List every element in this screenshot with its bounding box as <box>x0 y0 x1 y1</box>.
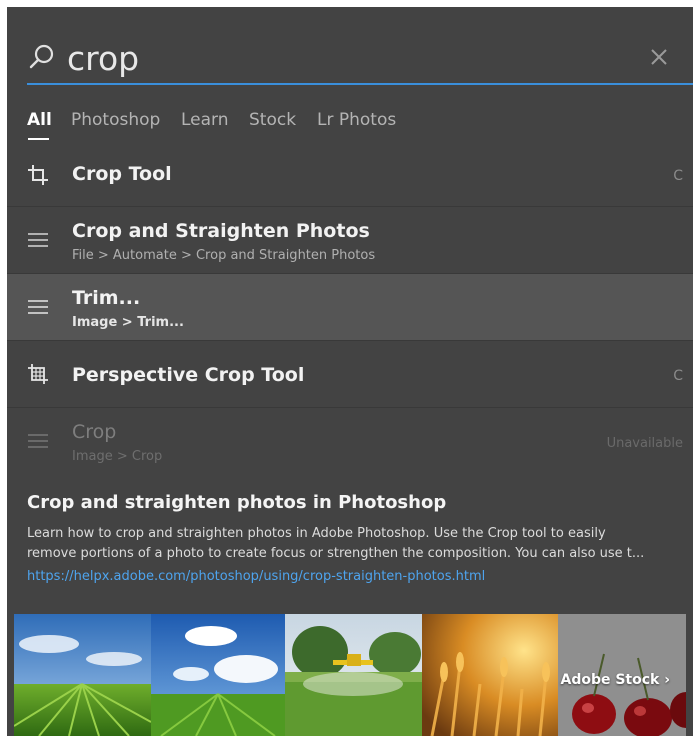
stock-thumbnail-wheat-sunset[interactable] <box>422 614 558 736</box>
result-crop-and-straighten[interactable]: Crop and Straighten Photos File > Automa… <box>7 207 693 274</box>
result-crop: Crop Image > Crop Unavailable <box>7 408 693 474</box>
crop-tool-icon <box>27 164 49 186</box>
result-path: Image > Trim... <box>72 315 184 330</box>
tab-photoshop[interactable]: Photoshop <box>71 110 160 130</box>
stock-thumbnail-crop-field[interactable] <box>14 614 151 736</box>
adobe-stock-link[interactable]: Adobe Stock › <box>560 672 670 688</box>
result-title: Trim... <box>72 287 141 309</box>
article-title[interactable]: Crop and straighten photos in Photoshop <box>27 492 446 513</box>
result-crop-tool[interactable]: Crop Tool C <box>7 150 693 207</box>
article-description-line: remove portions of a photo to create foc… <box>27 546 645 561</box>
search-underline <box>27 83 693 85</box>
stock-thumbnails: Adobe Stock › <box>14 614 686 736</box>
search-input[interactable] <box>67 35 607 81</box>
tab-all[interactable]: All <box>27 110 52 130</box>
search-icon <box>26 42 58 74</box>
article-description-line: Learn how to crop and straighten photos … <box>27 526 606 541</box>
menu-icon <box>27 430 49 452</box>
result-title: Crop <box>72 421 117 443</box>
result-unavailable-label: Unavailable <box>606 436 683 451</box>
tab-learn[interactable]: Learn <box>181 110 229 130</box>
perspective-crop-icon <box>27 363 49 385</box>
search-bar <box>7 7 693 85</box>
tab-lr-photos[interactable]: Lr Photos <box>317 110 396 130</box>
menu-icon <box>27 296 49 318</box>
result-perspective-crop-tool[interactable]: Perspective Crop Tool C <box>7 341 693 408</box>
result-path: File > Automate > Crop and Straighten Ph… <box>72 248 376 263</box>
result-path: Image > Crop <box>72 449 163 464</box>
result-shortcut: C <box>673 168 683 184</box>
stock-thumbnail-cherries[interactable]: Adobe Stock › <box>558 614 686 736</box>
result-title: Crop and Straighten Photos <box>72 220 370 242</box>
menu-icon <box>27 229 49 251</box>
search-panel: All Photoshop Learn Stock Lr Photos Crop… <box>7 7 693 736</box>
result-trim[interactable]: Trim... Image > Trim... <box>7 274 693 341</box>
stock-thumbnail-crop-duster[interactable] <box>285 614 422 736</box>
tab-stock[interactable]: Stock <box>249 110 296 130</box>
stock-thumbnail-green-field-sky[interactable] <box>151 614 285 736</box>
result-title: Crop Tool <box>72 163 172 185</box>
result-shortcut: C <box>673 368 683 384</box>
close-icon[interactable] <box>647 45 671 69</box>
tab-active-indicator <box>28 138 49 140</box>
article-link[interactable]: https://helpx.adobe.com/photoshop/using/… <box>27 569 485 584</box>
article-description: Learn how to crop and straighten photos … <box>27 524 687 564</box>
result-title: Perspective Crop Tool <box>72 364 305 386</box>
